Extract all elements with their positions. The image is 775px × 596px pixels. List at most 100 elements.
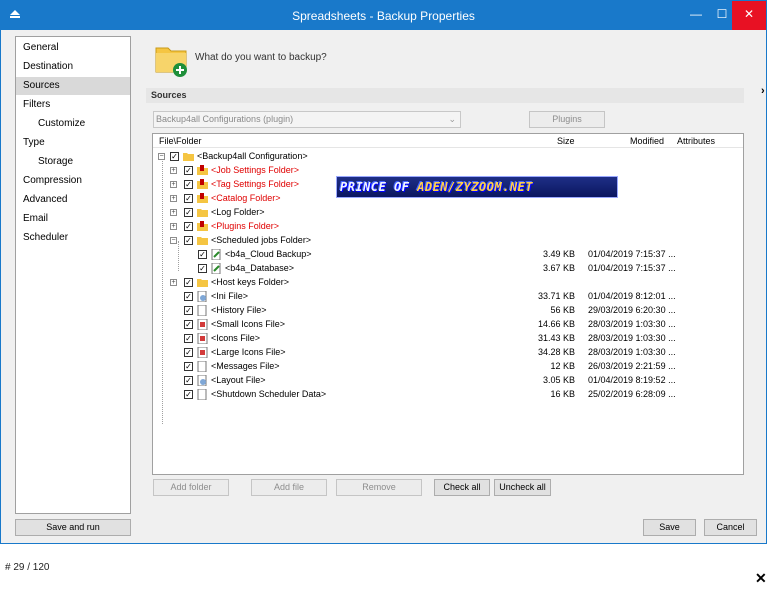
tree-row[interactable]: ✓ <b4a_Database> 3.67 KB 01/04/2019 7:15… [153, 262, 743, 276]
file-size: 3.05 KB [542, 375, 575, 385]
nav-item-advanced[interactable]: Advanced [16, 191, 130, 209]
cancel-button[interactable]: Cancel [704, 519, 757, 536]
checkbox[interactable]: ✓ [184, 236, 193, 245]
expand-icon[interactable]: + [170, 279, 177, 286]
nav-item-general[interactable]: General [16, 39, 130, 57]
nav-item-email[interactable]: Email [16, 210, 130, 228]
image-counter: # 29 / 120 [5, 562, 50, 573]
source-type-select[interactable]: Backup4all Configurations (plugin) ⌄ [153, 111, 461, 128]
nav-item-customize[interactable]: Customize [16, 115, 130, 133]
close-viewer-icon[interactable]: ✕ [755, 570, 767, 587]
checkbox[interactable]: ✓ [184, 390, 193, 399]
backup-question: What do you want to backup? [195, 52, 327, 63]
file-size: 16 KB [550, 389, 575, 399]
tree-row[interactable]: + ✓ <Log Folder> [153, 206, 743, 220]
expand-icon[interactable]: + [170, 181, 177, 188]
add-file-button[interactable]: Add file [251, 479, 327, 496]
chevron-right-icon[interactable]: › [761, 85, 765, 97]
tree-item-label: <Backup4all Configuration> [197, 151, 308, 161]
tree-row[interactable]: ✓ <Icons File> 31.43 KB 28/03/2019 1:03:… [153, 332, 743, 346]
save-button[interactable]: Save [643, 519, 696, 536]
checkbox[interactable]: ✓ [184, 376, 193, 385]
checkbox[interactable]: ✓ [184, 348, 193, 357]
tree-item-label: <Log Folder> [211, 207, 265, 217]
tree-item-label: <Catalog Folder> [211, 193, 281, 203]
file-size: 56 KB [550, 305, 575, 315]
tree-row[interactable]: ✓ <Large Icons File> 34.28 KB 28/03/2019… [153, 346, 743, 360]
tree-row[interactable]: ✓ <b4a_Cloud Backup> 3.49 KB 01/04/2019 … [153, 248, 743, 262]
config-folder-icon [197, 221, 208, 231]
checkbox[interactable]: ✓ [184, 362, 193, 371]
remove-button[interactable]: Remove [336, 479, 422, 496]
checkbox[interactable]: ✓ [184, 292, 193, 301]
tree-row[interactable]: ✓ <Layout File> 3.05 KB 01/04/2019 8:19:… [153, 374, 743, 388]
tree-item-label: <Layout File> [211, 375, 266, 385]
checkbox[interactable]: ✓ [184, 208, 193, 217]
checkbox[interactable]: ✓ [184, 306, 193, 315]
file-icon [197, 389, 207, 400]
settings-nav: General Destination Sources Filters Cust… [15, 36, 131, 514]
folder-icon [197, 237, 208, 245]
add-folder-button[interactable]: Add folder [153, 479, 229, 496]
checkbox[interactable]: ✓ [170, 152, 179, 161]
nav-item-compression[interactable]: Compression [16, 172, 130, 190]
expand-icon[interactable]: + [170, 195, 177, 202]
file-modified: 01/04/2019 7:15:37 ... [588, 249, 676, 259]
nav-item-filters[interactable]: Filters [16, 96, 130, 114]
file-modified: 26/03/2019 2:21:59 ... [588, 361, 676, 371]
file-modified: 25/02/2019 6:28:09 ... [588, 389, 676, 399]
settings-file-icon [197, 291, 207, 302]
checkbox[interactable]: ✓ [184, 166, 193, 175]
tree-item-label: <Host keys Folder> [211, 277, 290, 287]
tree-row[interactable]: + ✓ <Host keys Folder> [153, 276, 743, 290]
checkbox[interactable]: ✓ [184, 180, 193, 189]
checkbox[interactable]: ✓ [184, 334, 193, 343]
title-bar: Spreadsheets - Backup Properties — ☐ ✕ [1, 1, 766, 30]
expand-icon[interactable]: + [170, 209, 177, 216]
folder-icon [197, 209, 208, 217]
tree-row[interactable]: ✓ <Small Icons File> 14.66 KB 28/03/2019… [153, 318, 743, 332]
column-attributes[interactable]: Attributes [677, 136, 715, 146]
column-modified[interactable]: Modified [630, 136, 664, 146]
checkbox[interactable]: ✓ [184, 320, 193, 329]
close-icon[interactable]: ✕ [732, 1, 766, 30]
checkbox[interactable]: ✓ [184, 222, 193, 231]
expand-icon[interactable]: + [170, 223, 177, 230]
source-type-value: Backup4all Configurations (plugin) [156, 114, 294, 124]
chevron-down-icon: ⌄ [448, 114, 456, 124]
check-all-button[interactable]: Check all [434, 479, 490, 496]
tree-item-label: <b4a_Database> [225, 263, 295, 273]
nav-item-sources[interactable]: Sources [16, 77, 130, 95]
tree-row[interactable]: ✓ <Messages File> 12 KB 26/03/2019 2:21:… [153, 360, 743, 374]
uncheck-all-button[interactable]: Uncheck all [494, 479, 551, 496]
tree-row[interactable]: ✓ <Shutdown Scheduler Data> 16 KB 25/02/… [153, 388, 743, 402]
tree-row[interactable]: ✓ <History File> 56 KB 29/03/2019 6:20:3… [153, 304, 743, 318]
nav-item-scheduler[interactable]: Scheduler [16, 229, 130, 247]
section-header: Sources [146, 88, 744, 103]
column-size[interactable]: Size [557, 136, 575, 146]
nav-item-type[interactable]: Type [16, 134, 130, 152]
tree-row[interactable]: ✓ <Ini File> 33.71 KB 01/04/2019 8:12:01… [153, 290, 743, 304]
plugins-button[interactable]: Plugins [529, 111, 605, 128]
tree-header: File\Folder Size Modified Attributes [153, 134, 743, 148]
tree-row[interactable]: + ✓ <Plugins Folder> [153, 220, 743, 234]
checkbox[interactable]: ✓ [184, 278, 193, 287]
tree-row[interactable]: − ✓ <Scheduled jobs Folder> [153, 234, 743, 248]
image-file-icon [197, 347, 208, 358]
minimize-icon[interactable]: — [682, 1, 710, 30]
tree-row[interactable]: − ✓ <Backup4all Configuration> [153, 150, 743, 164]
save-and-run-button[interactable]: Save and run [15, 519, 131, 536]
checkbox[interactable]: ✓ [198, 250, 207, 259]
expand-icon[interactable]: + [170, 167, 177, 174]
tree-item-label: <Tag Settings Folder> [211, 179, 300, 189]
nav-item-storage[interactable]: Storage [16, 153, 130, 171]
nav-item-destination[interactable]: Destination [16, 58, 130, 76]
collapse-icon[interactable]: − [170, 237, 177, 244]
checkbox[interactable]: ✓ [198, 264, 207, 273]
checkbox[interactable]: ✓ [184, 194, 193, 203]
file-icon [197, 305, 207, 316]
tree-item-label: <History File> [211, 305, 267, 315]
collapse-icon[interactable]: − [158, 153, 165, 160]
column-file-folder[interactable]: File\Folder [159, 136, 202, 146]
file-modified: 29/03/2019 6:20:30 ... [588, 305, 676, 315]
